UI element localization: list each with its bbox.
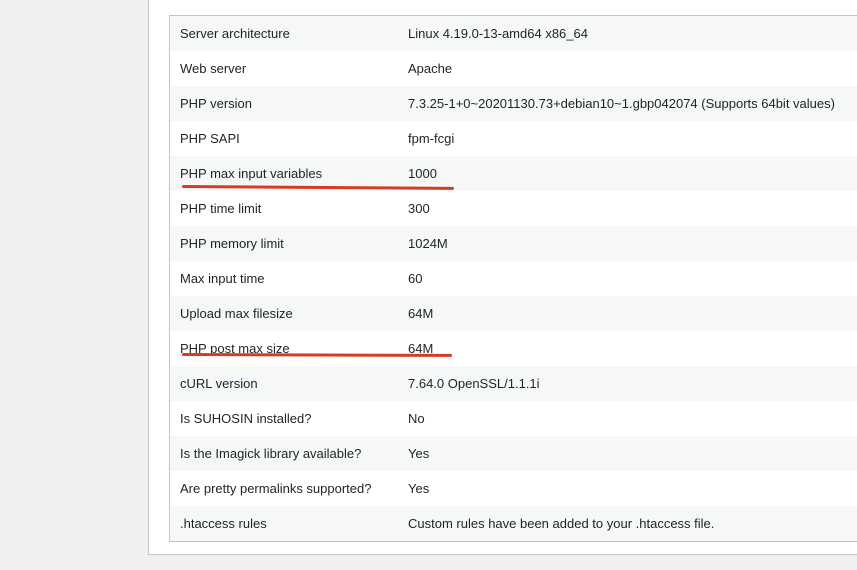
row-label: PHP memory limit bbox=[180, 236, 284, 251]
row-label: PHP version bbox=[180, 96, 253, 111]
row-label: Is the Imagick library available? bbox=[180, 446, 362, 461]
table-row: PHP memory limit 1024M bbox=[170, 226, 857, 261]
row-label: Are pretty permalinks supported? bbox=[180, 481, 372, 496]
row-value: No bbox=[408, 411, 425, 426]
row-value: Linux 4.19.0-13-amd64 x86_64 bbox=[408, 26, 588, 41]
row-label: Upload max filesize bbox=[180, 306, 293, 321]
row-label: PHP SAPI bbox=[180, 131, 240, 146]
row-value: Apache bbox=[408, 61, 453, 76]
table-row: PHP time limit 300 bbox=[170, 191, 857, 226]
row-value: Yes bbox=[408, 446, 430, 461]
row-value: 7.64.0 OpenSSL/1.1.1i bbox=[408, 376, 540, 391]
row-value: 64M bbox=[408, 341, 434, 356]
row-value: 60 bbox=[408, 271, 423, 286]
table-row: .htaccess rules Custom rules have been a… bbox=[170, 506, 857, 541]
table-row: cURL version 7.64.0 OpenSSL/1.1.1i bbox=[170, 366, 857, 401]
row-label: Max input time bbox=[180, 271, 265, 286]
table-row: Is SUHOSIN installed? No bbox=[170, 401, 857, 436]
row-label: cURL version bbox=[180, 376, 258, 391]
table-row: PHP SAPI fpm-fcgi bbox=[170, 121, 857, 156]
row-label: Is SUHOSIN installed? bbox=[180, 411, 312, 426]
table-row: PHP post max size 64M bbox=[170, 331, 857, 366]
row-value: fpm-fcgi bbox=[408, 131, 455, 146]
table-row: Is the Imagick library available? Yes bbox=[170, 436, 857, 471]
row-label: Web server bbox=[180, 61, 247, 76]
table-row: PHP version 7.3.25-1+0~20201130.73+debia… bbox=[170, 86, 857, 121]
row-value: 1024M bbox=[408, 236, 448, 251]
row-value: 300 bbox=[408, 201, 430, 216]
table-row: Max input time 60 bbox=[170, 261, 857, 296]
row-label: .htaccess rules bbox=[180, 516, 267, 531]
row-value: 64M bbox=[408, 306, 434, 321]
row-value: 7.3.25-1+0~20201130.73+debian10~1.gbp042… bbox=[408, 96, 835, 111]
row-value: Yes bbox=[408, 481, 430, 496]
table-row: Upload max filesize 64M bbox=[170, 296, 857, 331]
site-health-panel: Server architecture Linux 4.19.0-13-amd6… bbox=[148, 0, 857, 555]
row-value: Custom rules have been added to your .ht… bbox=[408, 516, 715, 531]
table-row: Server architecture Linux 4.19.0-13-amd6… bbox=[170, 16, 857, 51]
server-info-table: Server architecture Linux 4.19.0-13-amd6… bbox=[169, 15, 857, 542]
row-label: PHP time limit bbox=[180, 201, 262, 216]
row-label: PHP post max size bbox=[180, 341, 290, 356]
table-row: Web server Apache bbox=[170, 51, 857, 86]
table-row: Are pretty permalinks supported? Yes bbox=[170, 471, 857, 506]
row-label: Server architecture bbox=[180, 26, 290, 41]
